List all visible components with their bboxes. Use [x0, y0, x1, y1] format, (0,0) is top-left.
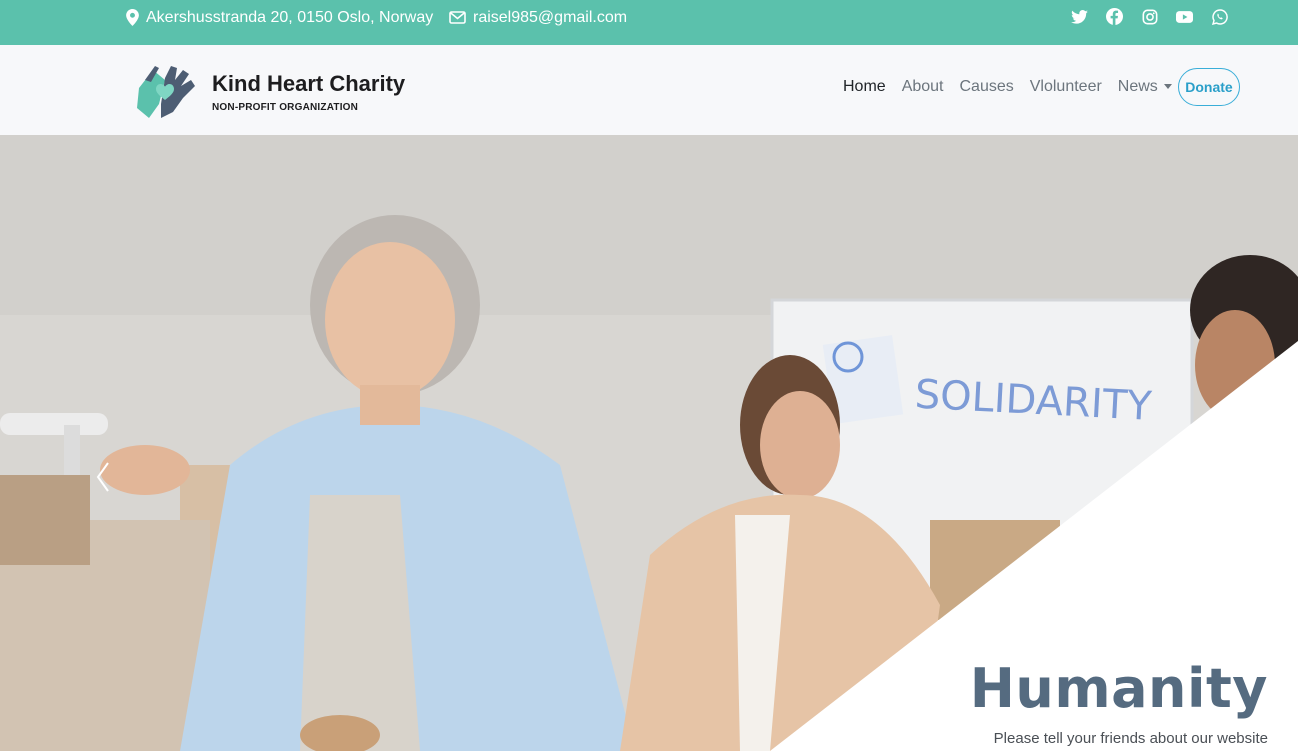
hero-subtitle: Please tell your friends about our websi…	[993, 730, 1268, 747]
envelope-icon	[449, 11, 466, 24]
nav-item-home[interactable]: Home	[843, 78, 886, 96]
nav-item-causes[interactable]: Causes	[960, 78, 1014, 96]
chevron-down-icon	[1163, 84, 1172, 90]
brand-name[interactable]: Kind Heart Charity	[212, 71, 405, 97]
email-text[interactable]: raisel985@gmail.com	[473, 9, 627, 27]
nav-menu: Home About Causes Vlolunteer News	[843, 78, 1188, 96]
main-navbar: Kind Heart Charity NON-PROFIT ORGANIZATI…	[0, 45, 1298, 135]
email-info[interactable]: raisel985@gmail.com	[449, 0, 627, 35]
youtube-icon[interactable]	[1176, 8, 1193, 25]
twitter-icon[interactable]	[1071, 8, 1088, 25]
address-info: Akershusstranda 20, 0150 Oslo, Norway	[126, 0, 433, 35]
map-pin-icon	[126, 9, 139, 26]
charity-hands-logo-icon[interactable]	[135, 60, 197, 122]
brand-tagline: NON-PROFIT ORGANIZATION	[212, 102, 359, 113]
nav-item-news-label: News	[1117, 78, 1158, 95]
social-links	[1071, 8, 1228, 25]
nav-item-volunteer[interactable]: Vlolunteer	[1030, 78, 1102, 96]
facebook-icon[interactable]	[1106, 8, 1123, 25]
top-info-bar: Akershusstranda 20, 0150 Oslo, Norway ra…	[0, 0, 1298, 45]
carousel-prev-button[interactable]	[88, 457, 118, 497]
chevron-left-icon	[96, 462, 109, 492]
donate-button[interactable]: Donate	[1178, 68, 1240, 106]
whatsapp-icon[interactable]	[1211, 8, 1228, 25]
address-text: Akershusstranda 20, 0150 Oslo, Norway	[146, 8, 434, 26]
nav-item-news[interactable]: News	[1118, 78, 1172, 96]
instagram-icon[interactable]	[1141, 8, 1158, 25]
hero-carousel: SOLIDARITY Humanity Please tell your fri…	[0, 135, 1298, 751]
hero-title: Humanity	[969, 657, 1268, 720]
nav-item-about[interactable]: About	[902, 78, 944, 96]
